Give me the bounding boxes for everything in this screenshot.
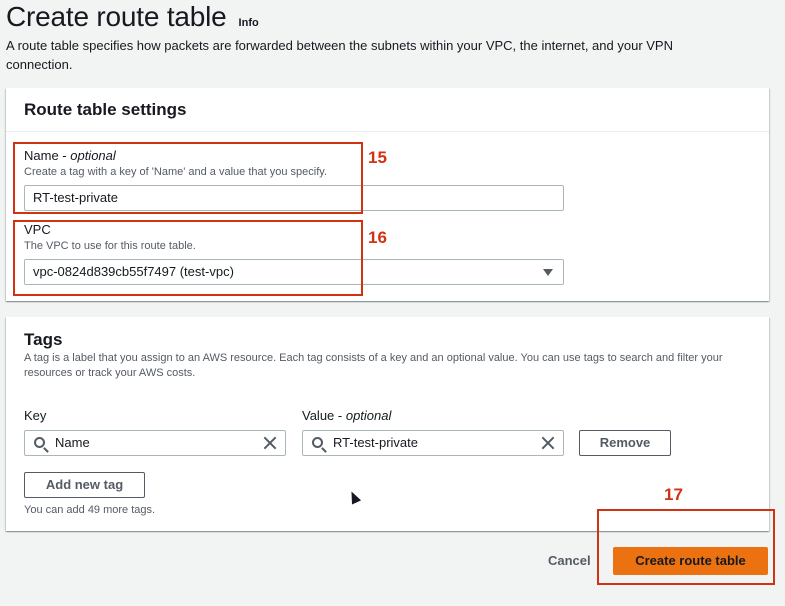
caret-down-icon — [543, 269, 553, 276]
search-icon — [312, 437, 323, 448]
vpc-field: VPC The VPC to use for this route table. — [24, 222, 196, 253]
create-route-table-page: Create route table Info A route table sp… — [0, 0, 785, 606]
create-route-table-button[interactable]: Create route table — [613, 547, 768, 575]
tags-remaining-hint: You can add 49 more tags. — [24, 504, 156, 516]
settings-panel-header: Route table settings — [6, 88, 769, 132]
annotation-number-15: 15 — [368, 148, 387, 167]
route-table-settings-panel: Route table settings Name - optional Cre… — [6, 88, 769, 301]
clear-icon[interactable] — [263, 436, 277, 450]
vpc-description: The VPC to use for this route table. — [24, 240, 196, 252]
annotation-number-16: 16 — [368, 228, 387, 247]
clear-icon[interactable] — [541, 436, 555, 450]
page-description: A route table specifies how packets are … — [6, 38, 673, 72]
tag-key-value: Name — [55, 435, 90, 450]
tag-key-input[interactable]: Name — [24, 430, 286, 456]
name-field: Name - optional Create a tag with a key … — [24, 148, 327, 179]
tags-panel-title: Tags — [24, 330, 63, 349]
name-input[interactable]: RT-test-private — [24, 185, 564, 211]
page-title: Create route table — [6, 1, 227, 32]
add-new-tag-button[interactable]: Add new tag — [24, 472, 145, 498]
key-column-label: Key — [24, 408, 47, 423]
tags-panel: Tags A tag is a label that you assign to… — [6, 317, 769, 531]
vpc-select[interactable]: vpc-0824d839cb55f7497 (test-vpc) — [24, 259, 564, 285]
value-column-label: Value - optional — [302, 408, 391, 424]
name-label-text: Name - — [24, 148, 71, 163]
tag-value-value: RT-test-private — [333, 435, 419, 450]
cancel-button[interactable]: Cancel — [548, 553, 591, 568]
tags-description: A tag is a label that you assign to an A… — [24, 352, 723, 379]
annotation-number-17: 17 — [664, 485, 683, 504]
tag-value-input[interactable]: RT-test-private — [302, 430, 564, 456]
title-row: Create route table Info — [6, 0, 259, 34]
info-link[interactable]: Info — [239, 17, 259, 29]
value-label-text: Value - — [302, 408, 346, 423]
remove-tag-button[interactable]: Remove — [579, 430, 671, 456]
vpc-select-value: vpc-0824d839cb55f7497 (test-vpc) — [33, 264, 234, 279]
name-optional-text: optional — [70, 148, 116, 163]
name-description: Create a tag with a key of 'Name' and a … — [24, 166, 327, 178]
settings-panel-title: Route table settings — [24, 100, 187, 119]
name-label: Name - optional — [24, 148, 327, 164]
tags-panel-header: Tags — [6, 317, 769, 351]
value-optional-text: optional — [345, 408, 392, 423]
search-icon — [34, 437, 45, 448]
vpc-label: VPC — [24, 222, 51, 237]
